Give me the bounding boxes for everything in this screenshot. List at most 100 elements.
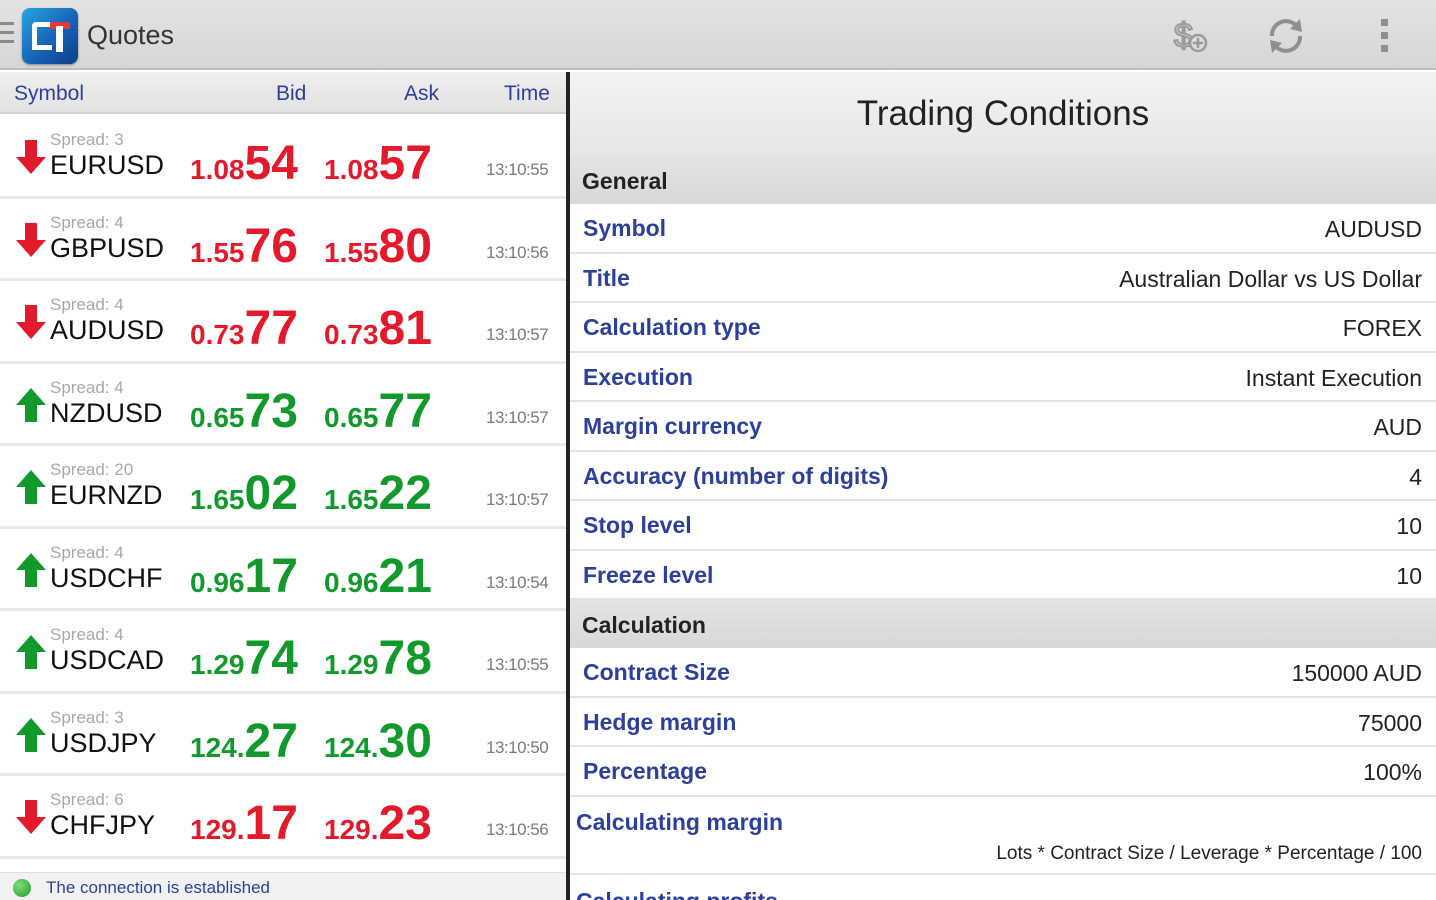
symbol-name: EURNZD	[50, 480, 163, 510]
condition-label: Execution	[583, 363, 693, 390]
quote-row[interactable]: Spread: 4 AUDUSD 0.7377 0.7381 13:10:57	[0, 281, 566, 364]
bid-price-prefix: 0.96	[190, 566, 245, 598]
arrow-up-icon	[16, 635, 46, 669]
condition-value: AUD	[1373, 414, 1422, 440]
ask-price-prefix: 1.55	[324, 236, 379, 268]
spread-label: Spread: 6	[50, 790, 124, 809]
bid-price-pips: 27	[244, 714, 298, 768]
quotes-panel: Symbol Bid Ask Time Spread: 3 EURUSD 1.085…	[0, 72, 566, 900]
condition-row[interactable]: Calculating margin Lots * Contract Size …	[570, 797, 1436, 875]
connection-indicator-icon	[13, 879, 31, 897]
bid-price-prefix: 0.73	[190, 319, 245, 350]
refresh-icon[interactable]	[1264, 14, 1308, 58]
ask-price-pips: 21	[378, 549, 432, 603]
arrow-up-icon	[16, 387, 46, 422]
condition-row[interactable]: Stop level 10	[570, 501, 1436, 551]
drawer-menu-icon[interactable]	[0, 22, 14, 48]
quote-time: 13:10:57	[486, 490, 549, 509]
ask-price-pips: 80	[378, 219, 432, 273]
arrow-down-icon	[16, 222, 46, 257]
arrow-up-icon	[16, 470, 46, 504]
condition-row[interactable]: Freeze level 10	[570, 550, 1436, 600]
ask-price: 1.0857	[324, 136, 432, 191]
bid-price-prefix: 0.65	[190, 401, 245, 433]
bid-price-pips: 74	[244, 632, 298, 685]
symbol-name: NZDUSD	[50, 397, 163, 428]
quote-row[interactable]: Spread: 3 USDJPY 124.27 124.30 13:10:50	[0, 693, 566, 776]
ask-price: 1.5580	[324, 219, 432, 274]
column-symbol[interactable]: Symbol	[14, 82, 84, 106]
panel-title: Trading Conditions	[570, 72, 1436, 156]
condition-label: Hedge margin	[583, 708, 737, 735]
symbol-name: CHFJPY	[50, 810, 156, 840]
condition-row[interactable]: Title Australian Dollar vs US Dollar	[570, 253, 1436, 303]
overflow-menu-icon[interactable]	[1362, 14, 1406, 58]
section-calculation: Calculation	[570, 600, 1436, 648]
symbol-name: EURUSD	[50, 150, 165, 180]
ask-price: 129.23	[324, 796, 432, 851]
app-logo[interactable]	[22, 8, 78, 64]
bid-price-prefix: 1.65	[190, 484, 245, 515]
condition-row[interactable]: Contract Size 150000 AUD	[570, 648, 1436, 698]
column-bid[interactable]: Bid	[276, 82, 306, 106]
action-bar: Quotes $	[0, 0, 1436, 70]
spread-label: Spread: 4	[50, 542, 124, 562]
condition-row[interactable]: Percentage 100%	[570, 747, 1436, 797]
bid-price-prefix: 1.29	[190, 649, 245, 680]
quote-time: 13:10:54	[486, 572, 549, 592]
condition-label: Freeze level	[583, 561, 714, 588]
ask-price: 0.6577	[324, 384, 432, 439]
column-ask[interactable]: Ask	[404, 82, 439, 106]
condition-value: 10	[1396, 513, 1422, 539]
ask-price: 124.30	[324, 714, 432, 769]
condition-value: Lots * Contract Size / Leverage * Percen…	[996, 843, 1422, 864]
condition-row[interactable]: Margin currency AUD	[570, 402, 1436, 452]
ask-price-prefix: 1.29	[324, 649, 379, 680]
spread-label: Spread: 4	[50, 212, 124, 232]
condition-value: FOREX	[1342, 315, 1422, 341]
spread-label: Spread: 4	[50, 377, 124, 397]
bid-price: 129.17	[190, 796, 298, 851]
symbol-name: USDJPY	[50, 727, 157, 758]
ask-price-prefix: 124.	[324, 731, 379, 763]
condition-label: Calculating profits	[576, 888, 778, 900]
svg-text:$: $	[1174, 17, 1193, 55]
symbol-name: GBPUSD	[50, 232, 165, 263]
condition-row[interactable]: Hedge margin 75000	[570, 697, 1436, 747]
ask-price-prefix: 0.73	[324, 319, 379, 350]
condition-value: Instant Execution	[1245, 364, 1422, 391]
ask-price-prefix: 0.65	[324, 401, 379, 433]
spread-label: Spread: 3	[50, 707, 124, 727]
column-time[interactable]: Time	[504, 82, 550, 106]
quote-row[interactable]: Spread: 6 CHFJPY 129.17 129.23 13:10:56	[0, 776, 566, 859]
bid-price-pips: 54	[244, 137, 298, 190]
quote-row[interactable]: Spread: 4 GBPUSD 1.5576 1.5580 13:10:56	[0, 198, 566, 281]
bid-price: 124.27	[190, 714, 298, 769]
bid-price: 1.6502	[190, 466, 298, 521]
quote-row[interactable]: Spread: 3 EURUSD 1.0854 1.0857 13:10:55	[0, 116, 566, 199]
condition-row[interactable]: Symbol AUDUSD	[570, 204, 1436, 254]
symbol-name: AUDUSD	[50, 315, 165, 345]
bid-price-prefix: 1.55	[190, 236, 245, 268]
quote-row[interactable]: Spread: 4 NZDUSD 0.6573 0.6577 13:10:57	[0, 363, 566, 446]
symbol-name: USDCHF	[50, 562, 163, 593]
condition-row[interactable]: Execution Instant Execution	[570, 352, 1436, 402]
condition-row[interactable]: Calculating profits	[570, 877, 1436, 900]
condition-value: 150000 AUD	[1291, 660, 1422, 686]
ask-price: 1.2978	[324, 631, 432, 686]
spread-label: Spread: 3	[50, 130, 124, 149]
ask-price-prefix: 0.96	[324, 566, 379, 598]
condition-label: Symbol	[583, 215, 667, 241]
bid-price: 1.0854	[190, 136, 298, 191]
condition-row[interactable]: Accuracy (number of digits) 4	[570, 451, 1436, 501]
quote-row[interactable]: Spread: 20 EURNZD 1.6502 1.6522 13:10:57	[0, 446, 566, 529]
bid-price: 1.2974	[190, 631, 298, 686]
quote-row[interactable]: Spread: 4 USDCAD 1.2974 1.2978 13:10:55	[0, 611, 566, 694]
dollar-icon[interactable]: $	[1168, 14, 1212, 58]
connection-status-bar: The connection is established	[0, 872, 566, 900]
condition-row[interactable]: Calculation type FOREX	[570, 303, 1436, 353]
quote-row[interactable]: Spread: 4 USDCHF 0.9617 0.9621 13:10:54	[0, 528, 566, 611]
arrow-up-icon	[16, 717, 46, 752]
bid-price: 0.7377	[190, 301, 298, 356]
ask-price-pips: 81	[378, 302, 432, 355]
